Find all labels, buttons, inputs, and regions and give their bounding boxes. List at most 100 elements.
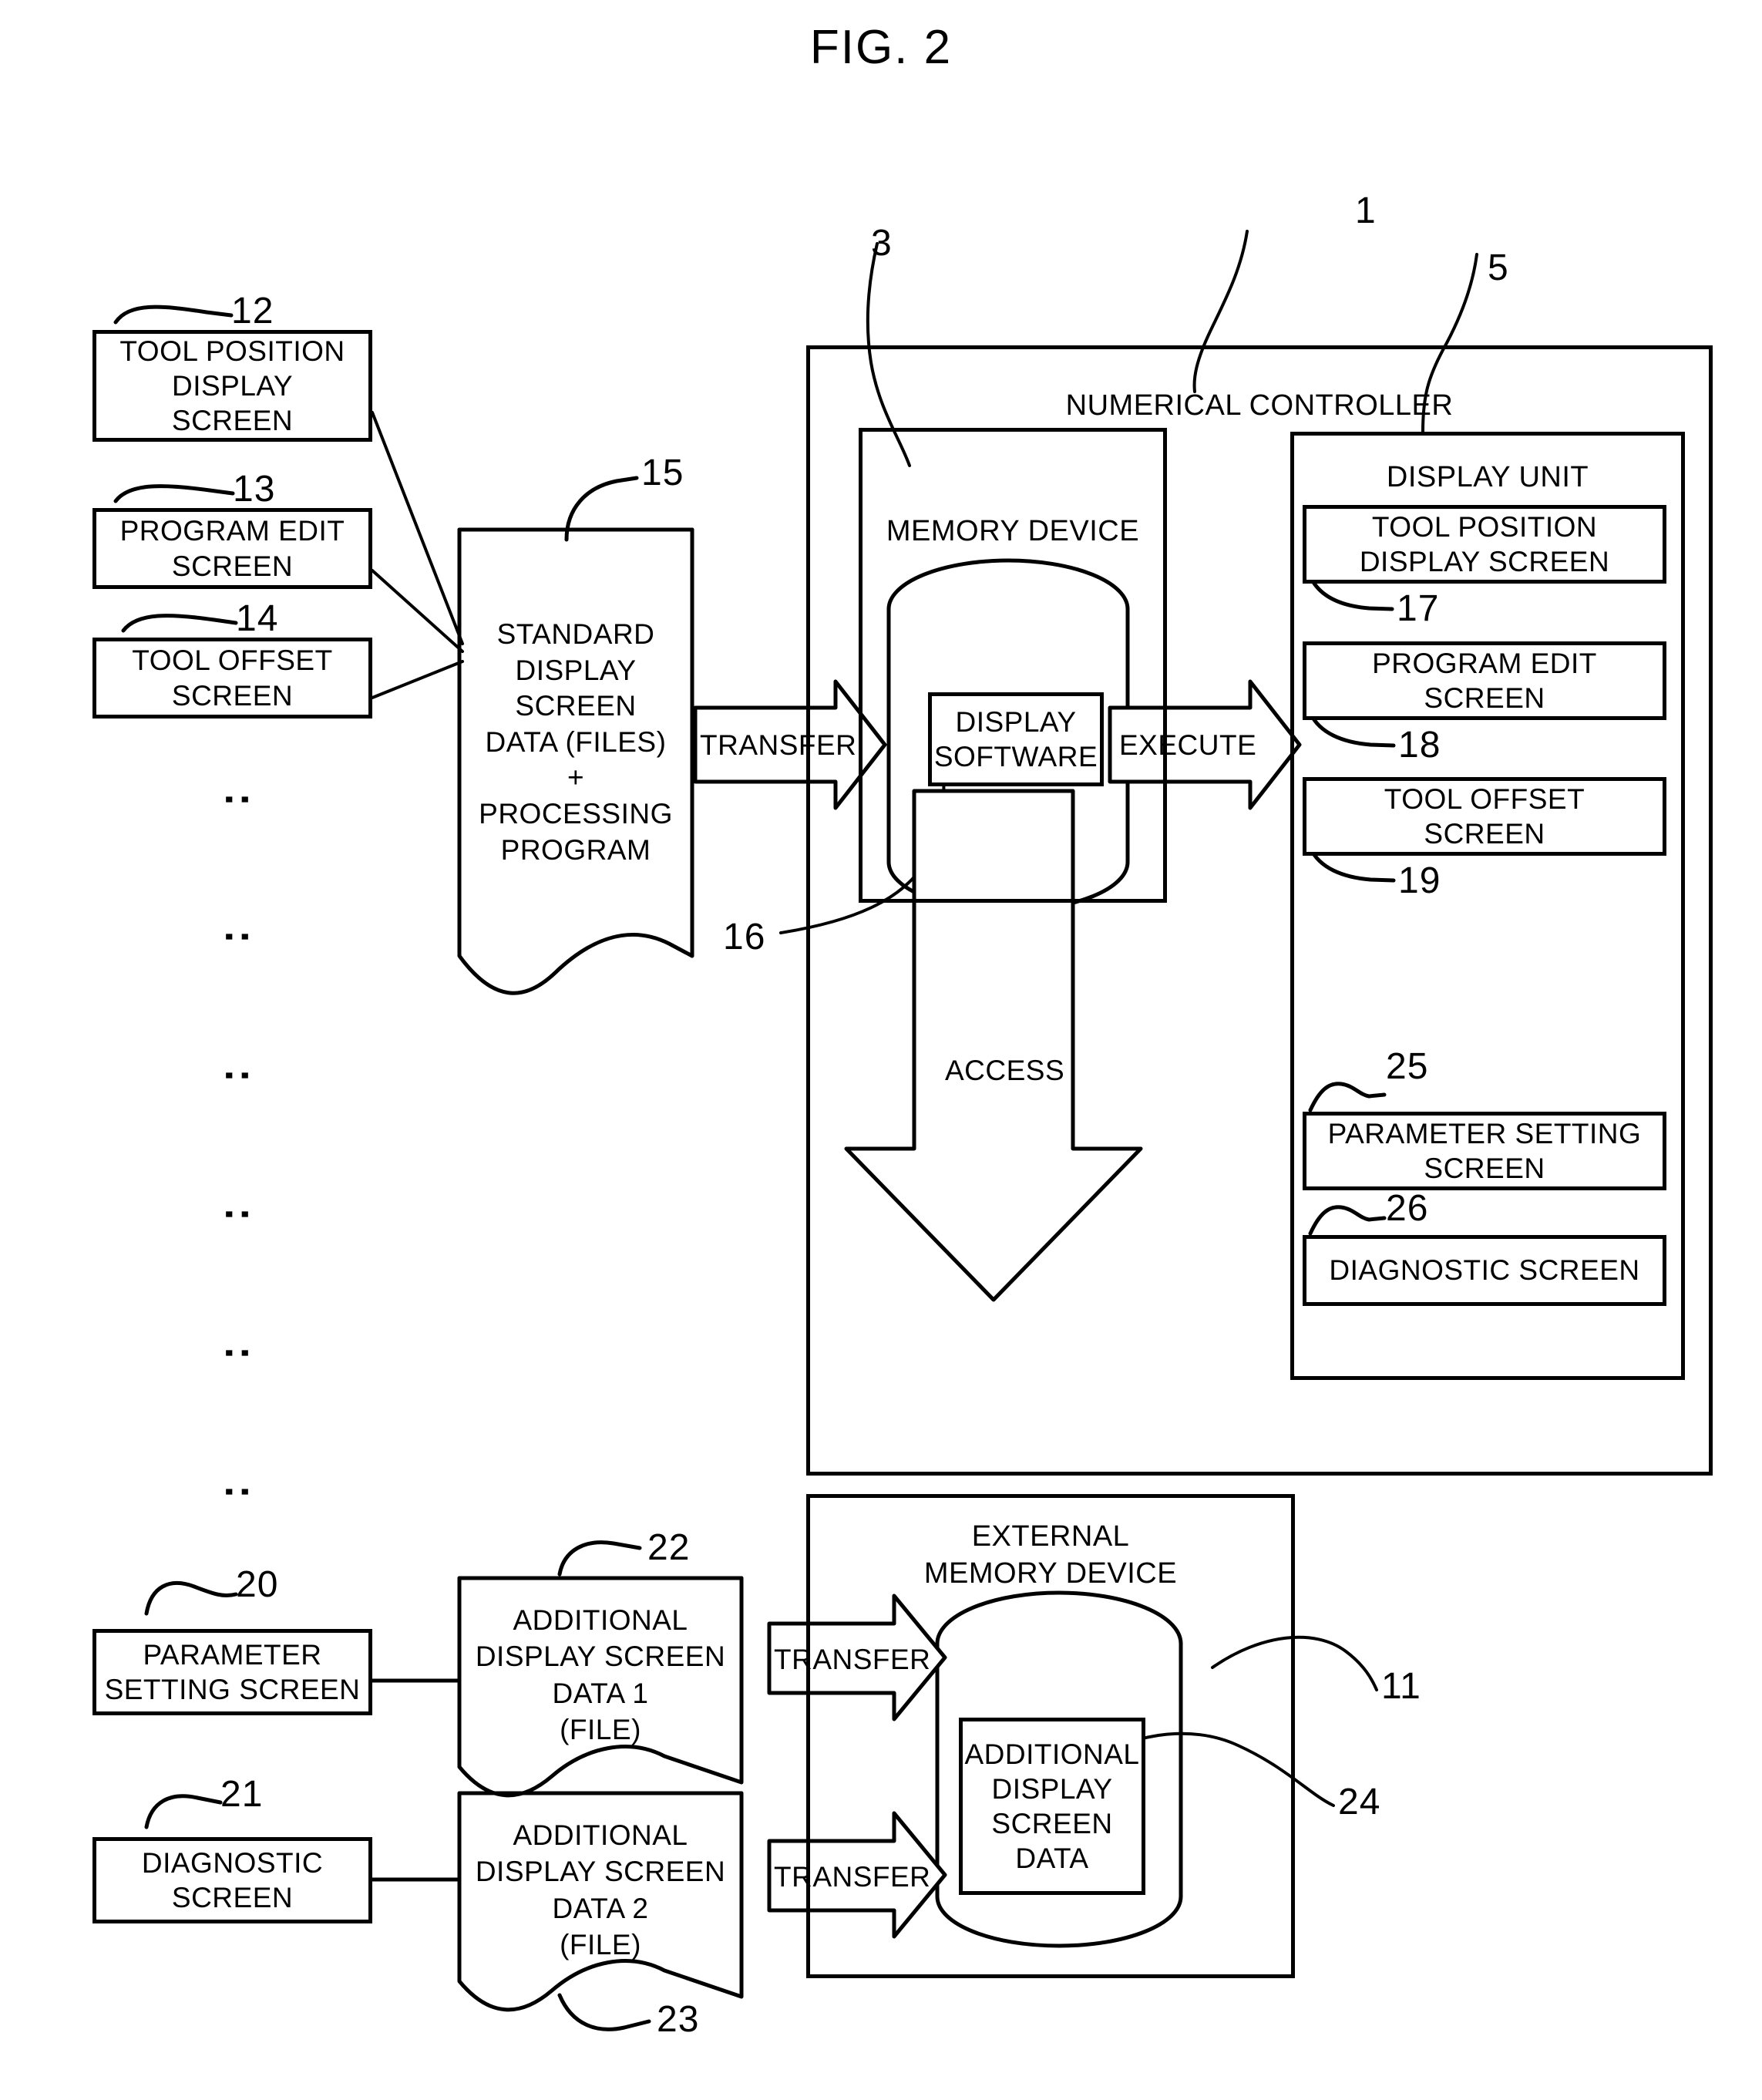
leader-13 bbox=[113, 484, 235, 503]
file-22-line-1: ADDITIONAL bbox=[513, 1604, 688, 1636]
file-23-line-3: DATA 2 bbox=[552, 1892, 649, 1924]
file-22-text-block: ADDITIONAL DISPLAY SCREEN DATA 1 (FILE) bbox=[459, 1602, 741, 1748]
source-screen-13-line-1: PROGRAM EDIT bbox=[119, 515, 345, 547]
display-unit-screen-18-line-2: SCREEN bbox=[1424, 682, 1545, 714]
file-23-line-4: (FILE) bbox=[560, 1929, 641, 1961]
bottom-screen-20-line-1: PARAMETER bbox=[143, 1638, 322, 1671]
display-unit-screen-25-line-2: SCREEN bbox=[1424, 1153, 1545, 1184]
transfer-arrow-2-label: TRANSFER bbox=[774, 1861, 931, 1893]
display-unit-screen-box-26[interactable]: DIAGNOSTIC SCREEN bbox=[1303, 1235, 1666, 1306]
additional-display-screen-data-box[interactable]: ADDITIONAL DISPLAY SCREEN DATA bbox=[959, 1718, 1145, 1895]
file-23-line-1: ADDITIONAL bbox=[513, 1819, 688, 1851]
bottom-screen-21-line-2: SCREEN bbox=[171, 1882, 294, 1913]
link-13-to-15 bbox=[371, 569, 464, 653]
file-22-line-2: DISPLAY SCREEN bbox=[475, 1641, 726, 1673]
file-22-line-4: (FILE) bbox=[560, 1714, 641, 1746]
access-arrow-label: ACCESS bbox=[945, 1055, 1065, 1086]
memory-device-frame bbox=[859, 428, 1167, 903]
bottom-screen-box-20[interactable]: PARAMETER SETTING SCREEN bbox=[92, 1629, 372, 1715]
standard-data-text-block: STANDARD DISPLAY SCREEN DATA (FILES) + P… bbox=[459, 617, 692, 868]
display-unit-screen-19-line-1: TOOL OFFSET bbox=[1384, 782, 1585, 815]
additional-display-screen-data-line-3: SCREEN bbox=[991, 1808, 1113, 1839]
source-screen-12-line-3: SCREEN bbox=[171, 405, 294, 437]
transfer-arrow-to-memory-label: TRANSFER bbox=[700, 729, 857, 761]
source-screen-box-12[interactable]: TOOL POSITION DISPLAY SCREEN bbox=[92, 330, 372, 442]
leader-20 bbox=[144, 1581, 238, 1616]
source-screen-12-line-2: DISPLAY bbox=[171, 369, 294, 402]
leader-15 bbox=[564, 476, 639, 542]
reference-number-11: 11 bbox=[1381, 1666, 1421, 1707]
reference-number-18: 18 bbox=[1398, 725, 1441, 766]
reference-number-23: 23 bbox=[657, 1999, 700, 2040]
reference-number-22: 22 bbox=[647, 1527, 691, 1568]
leader-14 bbox=[121, 614, 238, 633]
leader-12 bbox=[113, 305, 234, 325]
source-screen-14-line-2: SCREEN bbox=[171, 679, 294, 712]
display-unit-screen-box-18[interactable]: PROGRAM EDIT SCREEN bbox=[1303, 641, 1666, 720]
leader-21 bbox=[144, 1794, 223, 1829]
reference-number-25: 25 bbox=[1386, 1046, 1429, 1087]
display-unit-screen-25-line-1: PARAMETER SETTING bbox=[1327, 1117, 1642, 1149]
standard-data-line-7: PROGRAM bbox=[500, 833, 651, 866]
link-14-to-15 bbox=[371, 660, 464, 699]
reference-number-13: 13 bbox=[233, 469, 276, 510]
reference-number-26: 26 bbox=[1386, 1188, 1429, 1229]
vertical-ellipsis-1: ∶ bbox=[213, 794, 260, 806]
reference-number-14: 14 bbox=[236, 598, 279, 639]
standard-data-line-3: SCREEN bbox=[515, 690, 637, 722]
transfer-arrow-1-label: TRANSFER bbox=[774, 1644, 931, 1675]
bottom-screen-20-line-2: SETTING SCREEN bbox=[104, 1674, 361, 1705]
source-screen-box-14[interactable]: TOOL OFFSET SCREEN bbox=[92, 638, 372, 719]
leader-22 bbox=[557, 1540, 642, 1577]
memory-device-label: MEMORY DEVICE bbox=[886, 515, 1140, 547]
reference-number-24: 24 bbox=[1338, 1782, 1381, 1822]
file-23-text-block: ADDITIONAL DISPLAY SCREEN DATA 2 (FILE) bbox=[459, 1817, 741, 1963]
additional-display-screen-data-line-2: DISPLAY bbox=[991, 1772, 1113, 1805]
display-unit-screen-26-line-1: DIAGNOSTIC SCREEN bbox=[1329, 1254, 1640, 1287]
additional-display-screen-data-line-4: DATA bbox=[1015, 1843, 1089, 1875]
figure-page: FIG. 2 TOOL POSITION DISPLAY SCREEN 12 P… bbox=[0, 0, 1762, 2100]
numerical-controller-label: NUMERICAL CONTROLLER bbox=[1065, 389, 1454, 422]
standard-data-line-5: + bbox=[567, 762, 585, 794]
vertical-ellipsis-3: ∶ bbox=[213, 1070, 260, 1082]
source-screen-box-13[interactable]: PROGRAM EDIT SCREEN bbox=[92, 508, 372, 589]
standard-data-line-2: DISPLAY bbox=[515, 654, 637, 686]
reference-number-17: 17 bbox=[1397, 588, 1440, 629]
vertical-ellipsis-4: ∶ bbox=[213, 1209, 260, 1220]
bottom-screen-box-21[interactable]: DIAGNOSTIC SCREEN bbox=[92, 1837, 372, 1923]
source-screen-12-line-1: TOOL POSITION bbox=[119, 335, 345, 367]
link-12-to-15 bbox=[371, 411, 464, 645]
reference-number-3: 3 bbox=[871, 223, 893, 264]
vertical-ellipsis-6: ∶ bbox=[213, 1486, 260, 1498]
file-22-line-3: DATA 1 bbox=[552, 1677, 649, 1709]
source-screen-14-line-1: TOOL OFFSET bbox=[132, 644, 333, 677]
additional-display-screen-data-line-1: ADDITIONAL bbox=[964, 1738, 1140, 1770]
reference-number-20: 20 bbox=[236, 1564, 279, 1605]
standard-data-line-6: PROCESSING bbox=[479, 798, 673, 830]
display-unit-screen-box-19[interactable]: TOOL OFFSET SCREEN bbox=[1303, 777, 1666, 856]
reference-number-21: 21 bbox=[220, 1774, 264, 1815]
file-23-line-2: DISPLAY SCREEN bbox=[475, 1856, 726, 1888]
reference-number-15: 15 bbox=[641, 453, 684, 493]
vertical-ellipsis-2: ∶ bbox=[213, 931, 260, 943]
reference-number-16: 16 bbox=[723, 917, 766, 957]
reference-number-19: 19 bbox=[1398, 860, 1441, 901]
execute-arrow-label: EXECUTE bbox=[1119, 729, 1257, 761]
external-memory-label-line-1: EXTERNAL bbox=[971, 1520, 1130, 1553]
reference-number-5: 5 bbox=[1488, 247, 1509, 288]
display-unit-screen-18-line-1: PROGRAM EDIT bbox=[1372, 647, 1597, 679]
source-screen-13-line-2: SCREEN bbox=[171, 550, 294, 582]
reference-number-1: 1 bbox=[1355, 190, 1377, 231]
bottom-screen-21-line-1: DIAGNOSTIC bbox=[141, 1846, 324, 1879]
display-unit-screen-box-17[interactable]: TOOL POSITION DISPLAY SCREEN bbox=[1303, 505, 1666, 584]
display-software-line-2: SOFTWARE bbox=[933, 741, 1098, 772]
display-unit-screen-17-line-2: DISPLAY SCREEN bbox=[1359, 546, 1610, 577]
display-unit-screen-box-25[interactable]: PARAMETER SETTING SCREEN bbox=[1303, 1112, 1666, 1190]
reference-number-12: 12 bbox=[231, 291, 274, 331]
display-software-line-1: DISPLAY bbox=[955, 705, 1077, 738]
figure-title: FIG. 2 bbox=[809, 21, 953, 74]
display-software-box[interactable]: DISPLAY SOFTWARE bbox=[928, 692, 1104, 786]
external-memory-label-line-2: MEMORY DEVICE bbox=[923, 1557, 1178, 1590]
leader-23 bbox=[557, 1993, 651, 2031]
standard-data-line-4: DATA (FILES) bbox=[485, 725, 667, 758]
